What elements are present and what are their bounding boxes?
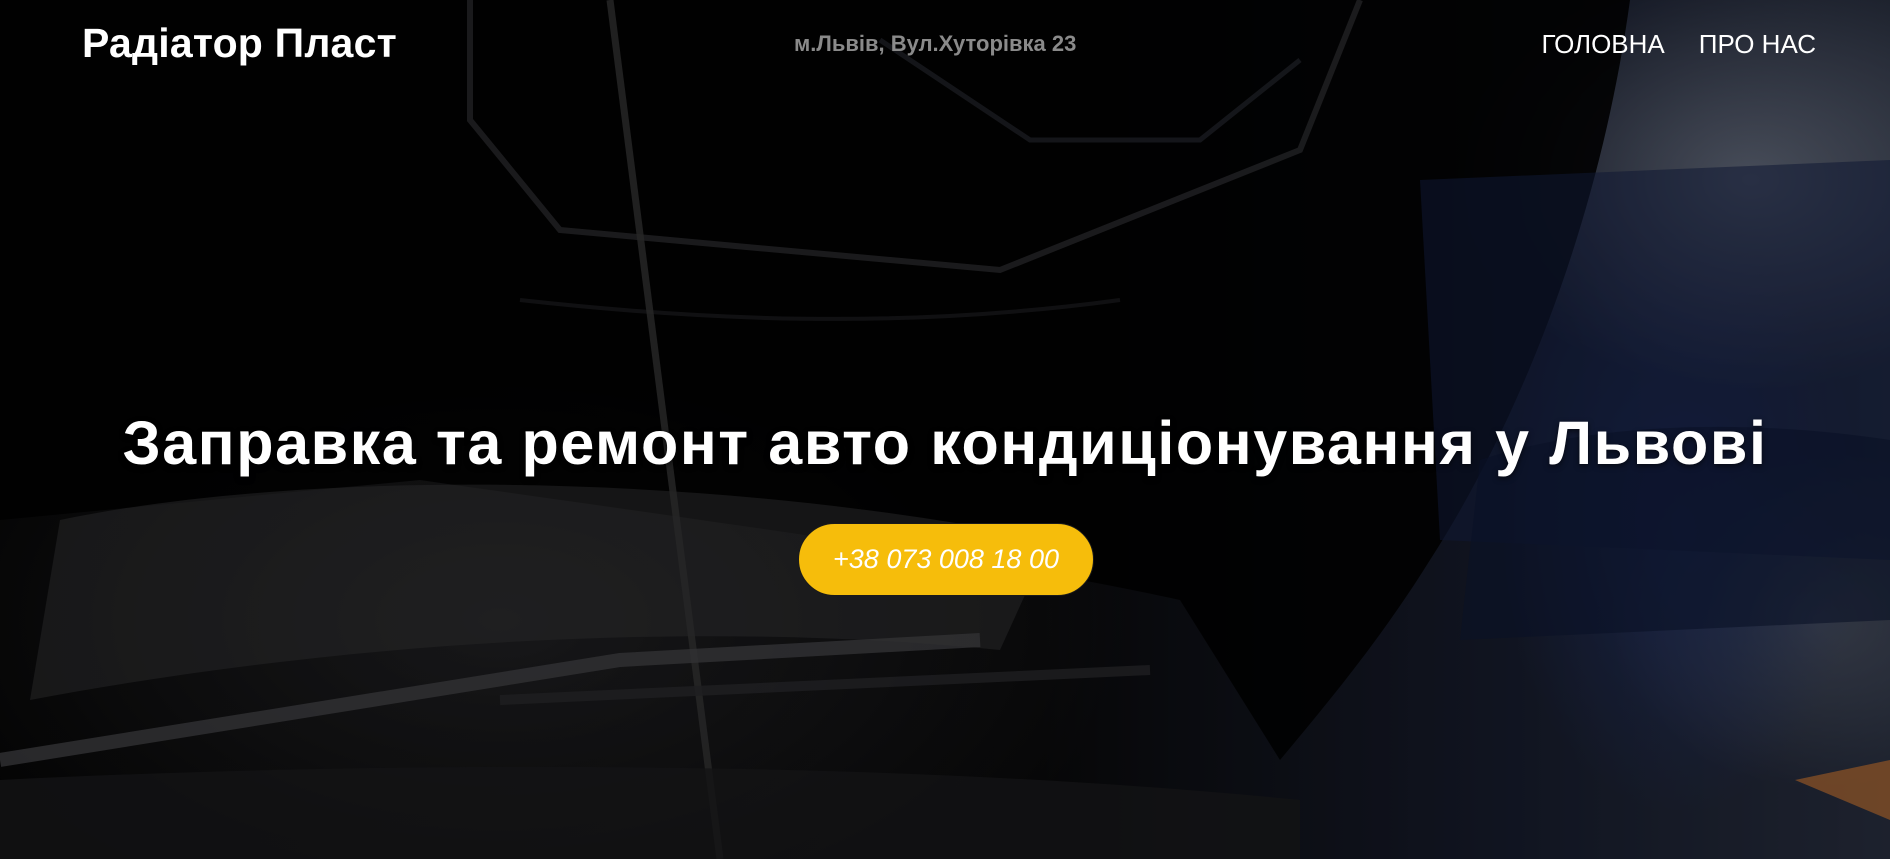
site-header: Радіатор Пласт м.Львів, Вул.Хуторівка 23… — [0, 0, 1890, 90]
hero-section: Радіатор Пласт м.Львів, Вул.Хуторівка 23… — [0, 0, 1890, 859]
brand-logo-link[interactable]: Радіатор Пласт — [82, 20, 397, 67]
hero-headline: Заправка та ремонт авто кондиціонування … — [122, 409, 1768, 477]
nav-item-about[interactable]: ПРО НАС — [1699, 29, 1816, 60]
address-text: м.Львів, Вул.Хуторівка 23 — [794, 31, 1077, 56]
nav-item-home[interactable]: ГОЛОВНА — [1541, 29, 1664, 60]
phone-call-button[interactable]: +38 073 008 18 00 — [798, 523, 1094, 596]
main-nav: ГОЛОВНА ПРО НАС — [1541, 29, 1816, 60]
